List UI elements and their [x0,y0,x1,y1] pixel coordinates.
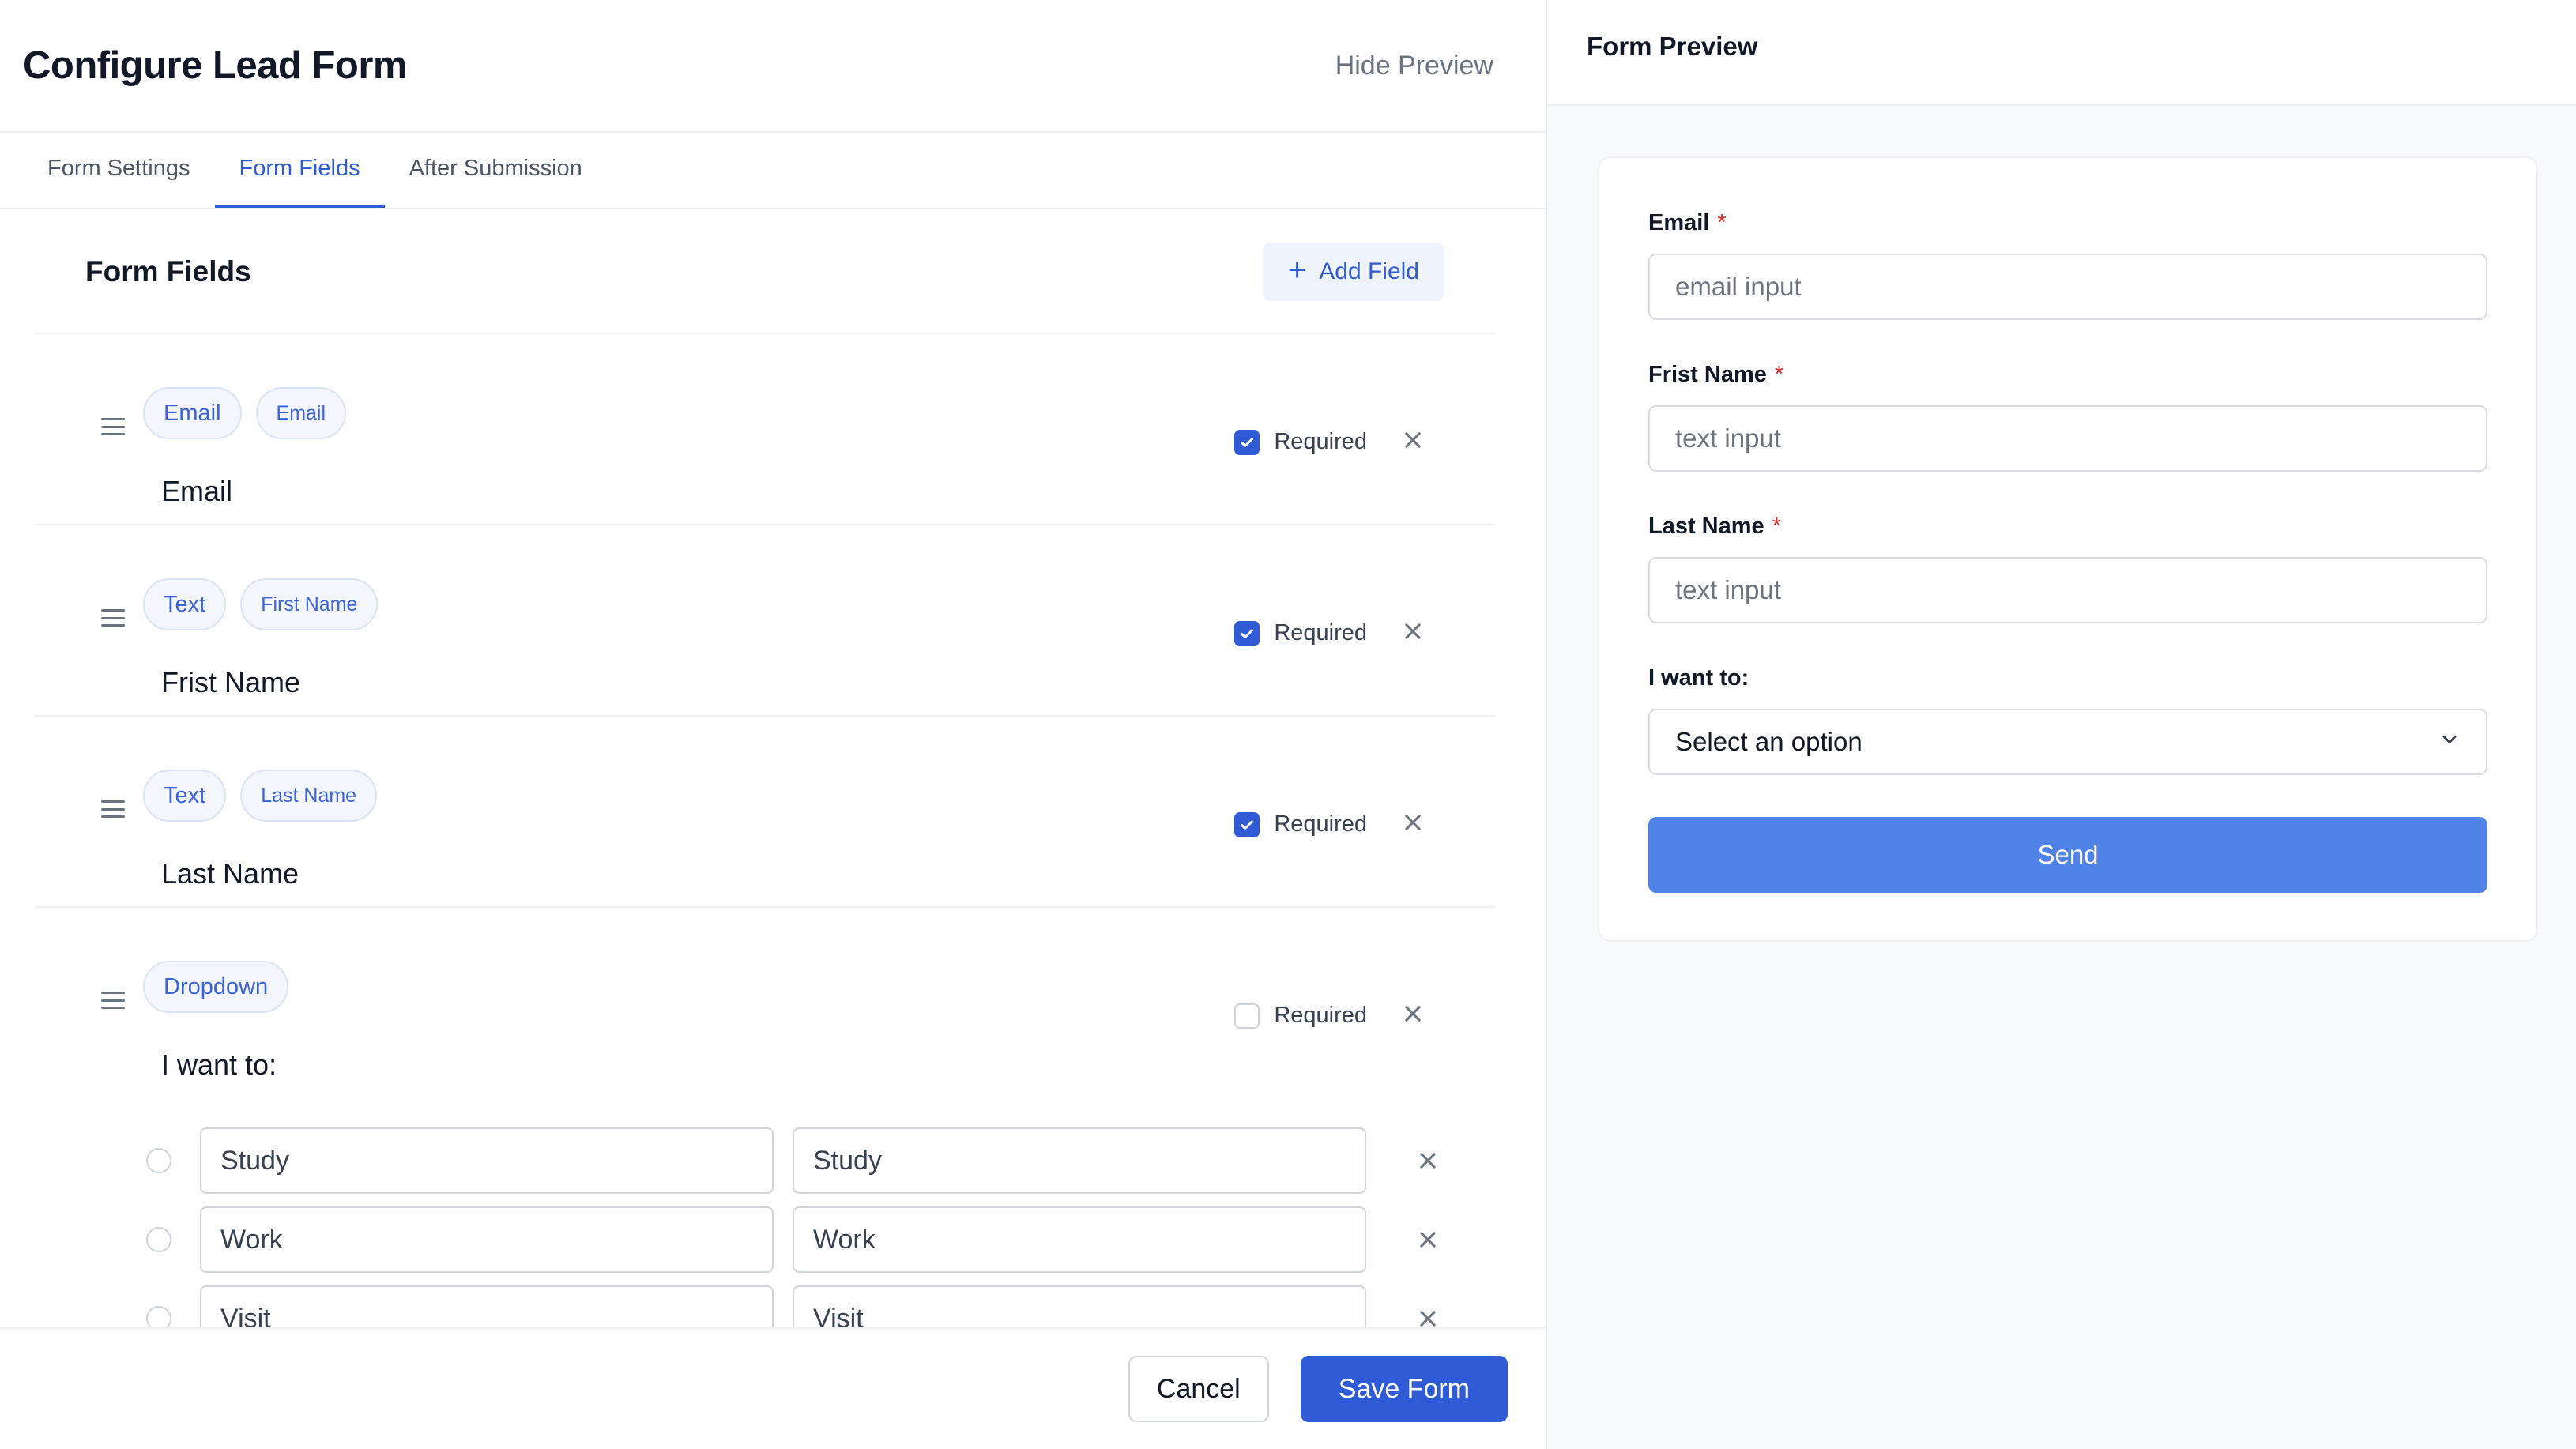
remove-field-close-icon[interactable] [1397,998,1429,1029]
add-field-button[interactable]: + Add Field [1262,242,1444,301]
field-row-dropdown: Dropdown I want to: Required Study Study [35,908,1495,1327]
hide-preview-link[interactable]: Hide Preview [1335,51,1493,81]
default-option-radio[interactable] [146,1148,171,1173]
required-toggle[interactable]: Required [1234,429,1367,455]
field-badges: Email Email [143,387,347,439]
option-label-input[interactable]: Study [200,1127,774,1194]
preview-email-input[interactable]: email input [1648,254,2487,320]
tab-form-fields[interactable]: Form Fields [214,133,385,208]
required-asterisk: * [1774,362,1784,387]
drag-handle-icon[interactable] [101,418,125,435]
remove-field-close-icon[interactable] [1397,615,1429,647]
cancel-button[interactable]: Cancel [1128,1356,1269,1422]
form-fields-content: Form Fields + Add Field Email Email Emai… [35,210,1495,1327]
field-label: I want to: [161,1048,277,1081]
field-row-last-name: Text Last Name Last Name Required [35,717,1495,908]
add-field-label: Add Field [1319,258,1419,284]
preview-last-name-input[interactable]: text input [1648,557,2487,623]
remove-option-close-icon[interactable] [1412,1145,1444,1176]
drag-handle-icon[interactable] [101,800,125,818]
preview-field-last-name: Last Name * text input [1648,514,2487,623]
preview-title: Form Preview [1587,32,1758,61]
dropdown-option-row: Study Study [146,1127,1444,1194]
preview-header: Form Preview [1547,0,2576,106]
checkbox-checked-icon[interactable] [1234,811,1260,837]
checkbox-checked-icon[interactable] [1234,620,1260,646]
config-panel: Configure Lead Form Hide Preview Form Se… [0,0,1547,1449]
save-form-button[interactable]: Save Form [1300,1356,1508,1422]
checkbox-unchecked-icon[interactable] [1234,1003,1260,1029]
tab-form-settings[interactable]: Form Settings [23,133,215,208]
field-row-email: Email Email Email Required [35,334,1495,525]
send-button[interactable]: Send [1648,817,2487,893]
option-value-input[interactable]: Study [793,1127,1366,1194]
preview-field-label: Email [1648,210,1710,235]
field-label: Last Name [161,857,299,890]
required-asterisk: * [1717,210,1727,235]
field-badges: Dropdown [143,961,289,1013]
field-label: Email [161,475,233,507]
option-value-input[interactable]: Work [793,1206,1366,1273]
field-label: Frist Name [161,666,301,698]
preview-field-label: Last Name [1648,514,1764,539]
option-value-input[interactable]: Visit [793,1285,1366,1327]
dropdown-option-row: Work Work [146,1206,1444,1273]
field-type-badge: Dropdown [143,961,289,1013]
option-label-input[interactable]: Work [200,1206,774,1273]
plus-icon: + [1287,252,1307,288]
required-toggle[interactable]: Required [1234,1003,1367,1029]
remove-field-close-icon[interactable] [1397,807,1429,838]
field-type-badge: Text [143,770,227,822]
field-key-badge: First Name [240,578,378,630]
preview-field-dropdown: I want to: Select an option [1648,665,2487,775]
tab-bar: Form Settings Form Fields After Submissi… [0,133,1546,209]
field-key-badge: Last Name [240,770,378,822]
default-option-radio[interactable] [146,1227,171,1252]
required-toggle[interactable]: Required [1234,811,1367,837]
preview-field-label: I want to: [1648,665,1749,691]
chevron-down-icon [2439,727,2461,757]
preview-dropdown-select[interactable]: Select an option [1648,709,2487,775]
field-key-badge: Email [255,387,347,439]
preview-form-card: Email * email input Frist Name * text in… [1598,156,2538,942]
section-title: Form Fields [85,254,251,288]
drag-handle-icon[interactable] [101,609,125,627]
field-badges: Text Last Name [143,770,378,822]
select-value: Select an option [1675,727,1862,756]
required-label: Required [1274,620,1367,645]
field-row-first-name: Text First Name Frist Name Required [35,525,1495,717]
preview-first-name-input[interactable]: text input [1648,405,2487,472]
preview-field-email: Email * email input [1648,210,2487,320]
field-type-badge: Text [143,578,227,630]
option-label-input[interactable]: Visit [200,1285,774,1327]
page-title: Configure Lead Form [23,44,407,87]
required-label: Required [1274,811,1367,837]
form-fields-header: Form Fields + Add Field [35,210,1495,334]
tab-after-submission[interactable]: After Submission [385,133,607,208]
required-asterisk: * [1772,514,1781,539]
remove-option-close-icon[interactable] [1412,1224,1444,1255]
required-label: Required [1274,1003,1367,1028]
config-header: Configure Lead Form Hide Preview [0,0,1546,133]
field-badges: Text First Name [143,578,378,630]
remove-field-close-icon[interactable] [1397,424,1429,456]
remove-option-close-icon[interactable] [1412,1303,1444,1327]
app: Configure Lead Form Hide Preview Form Se… [0,0,2576,1449]
checkbox-checked-icon[interactable] [1234,429,1260,455]
required-label: Required [1274,429,1367,454]
preview-panel: Form Preview Email * email input Frist N… [1547,0,2576,1449]
field-type-badge: Email [143,387,242,439]
preview-field-first-name: Frist Name * text input [1648,362,2487,472]
default-option-radio[interactable] [146,1306,171,1327]
config-footer: Cancel Save Form [0,1327,1546,1449]
dropdown-option-row: Visit Visit [146,1285,1444,1327]
preview-field-label: Frist Name [1648,362,1767,387]
required-toggle[interactable]: Required [1234,620,1367,646]
drag-handle-icon[interactable] [101,992,125,1009]
